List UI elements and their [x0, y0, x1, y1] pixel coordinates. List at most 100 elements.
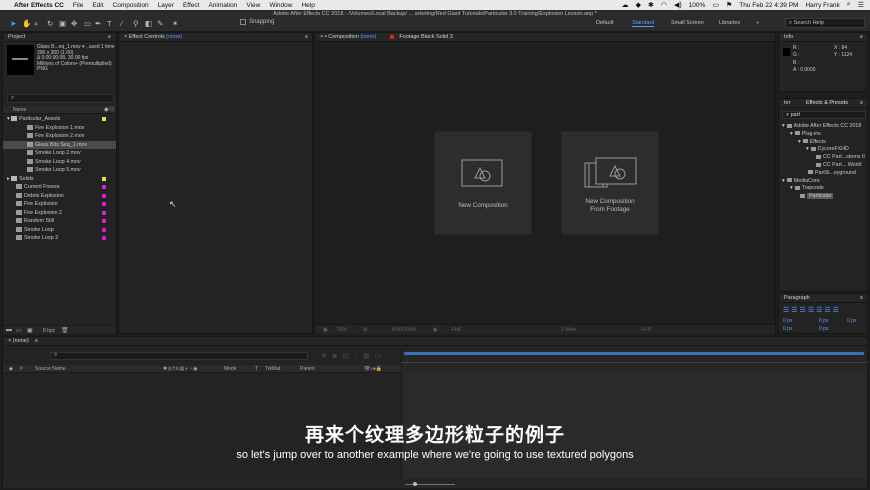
- workspace-small-screen[interactable]: Small Screen: [671, 20, 704, 26]
- space-before-value[interactable]: 0 px: [783, 326, 792, 332]
- effects-tree-item[interactable]: CC Part... World: [814, 162, 861, 168]
- project-item[interactable]: Glass Bits Seq_1.mov: [3, 140, 116, 149]
- clone-stamp-tool-icon[interactable]: ⚲: [133, 19, 139, 28]
- trash-icon[interactable]: 🗑: [61, 327, 69, 334]
- label-column-icon[interactable]: ◆: [104, 106, 109, 113]
- menu-view[interactable]: View: [246, 2, 260, 9]
- disclosure-triangle-icon[interactable]: ▾: [782, 178, 785, 184]
- timeline-tab[interactable]: × (none) ≡: [3, 337, 867, 346]
- view-layout-dropdown[interactable]: 1 View: [561, 327, 576, 333]
- pan-behind-tool-icon[interactable]: ✥: [71, 19, 77, 28]
- project-tab[interactable]: Project ≡: [3, 33, 116, 42]
- rectangle-tool-icon[interactable]: ▭: [84, 19, 91, 28]
- volume-icon[interactable]: ◀): [674, 1, 682, 9]
- new-composition-button[interactable]: New Composition: [434, 131, 532, 235]
- project-item[interactable]: Smoke Loop 4.mov: [3, 158, 116, 166]
- menu-composition[interactable]: Composition: [113, 2, 149, 9]
- menu-edit[interactable]: Edit: [92, 2, 103, 9]
- mode-column[interactable]: Mode: [224, 365, 237, 373]
- work-area-bar[interactable]: [404, 352, 864, 355]
- menu-file[interactable]: File: [73, 2, 83, 9]
- timeline-switch-icons[interactable]: ✚◆▤◔▦◷: [321, 352, 386, 360]
- camera-tool-icon[interactable]: ▣: [59, 19, 66, 28]
- info-tab[interactable]: Info ≡: [779, 33, 867, 42]
- zoom-dropdown[interactable]: 50%: [337, 327, 347, 333]
- snapshot-icon[interactable]: ◉: [433, 327, 437, 333]
- timeline-search-input[interactable]: ⌕: [50, 352, 308, 360]
- effect-controls-tab[interactable]: × Effect Controls (none) ≡: [119, 33, 312, 42]
- label-color-swatch[interactable]: [102, 185, 106, 189]
- workspace-standard[interactable]: Standard: [632, 20, 655, 27]
- resolution-guides-icon[interactable]: ⊞: [363, 327, 367, 333]
- effects-tree-item[interactable]: ▾ MediaCore: [782, 178, 820, 184]
- new-composition-from-footage-button[interactable]: New Composition From Footage: [561, 131, 659, 235]
- spotlight-icon[interactable]: ⌕: [847, 1, 851, 9]
- user-name[interactable]: Harry Frank: [805, 2, 839, 9]
- paragraph-space-after[interactable]: 0 px: [819, 326, 828, 332]
- parent-column[interactable]: Parent: [300, 365, 315, 373]
- pen-tool-icon[interactable]: ✒: [95, 19, 101, 28]
- label-color-swatch[interactable]: [102, 176, 106, 181]
- project-item[interactable]: Current Freeze: [3, 183, 116, 191]
- paragraph-indent-first[interactable]: 0 px: [847, 318, 856, 324]
- wifi-icon[interactable]: ◠: [661, 1, 667, 9]
- effects-tree-item[interactable]: ▾ Plug-ins: [790, 131, 821, 137]
- battery-percent[interactable]: 100%: [689, 2, 706, 9]
- workspace-default[interactable]: Default: [596, 20, 613, 26]
- new-composition-icon[interactable]: ▣: [27, 327, 33, 334]
- project-item[interactable]: Fire Explosion 1.mov: [3, 124, 116, 132]
- footage-tab[interactable]: Footage Black Solid 3: [399, 34, 453, 40]
- indent-left-value[interactable]: 0 px: [783, 318, 792, 324]
- interpret-footage-icon[interactable]: ▬: [6, 327, 12, 333]
- disclosure-triangle-icon[interactable]: ▾: [790, 185, 793, 191]
- snapping-toggle[interactable]: Snapping: [240, 19, 274, 25]
- bpc-label[interactable]: 8 bpc: [43, 328, 55, 334]
- notification-center-icon[interactable]: ☰: [858, 1, 864, 9]
- cloud-icon[interactable]: ☁: [622, 1, 629, 9]
- av-features-icons[interactable]: 👁♪●🔒: [364, 365, 382, 373]
- effects-tree-item[interactable]: ▾ CycoreFXHD: [806, 146, 849, 152]
- project-search-input[interactable]: ⌕: [7, 94, 114, 103]
- zoom-slider-thumb[interactable]: [413, 482, 417, 486]
- label-color-swatch[interactable]: [102, 219, 106, 223]
- label-color-swatch[interactable]: [102, 210, 106, 215]
- panel-menu-icon[interactable]: ≡: [305, 33, 308, 42]
- effects-tree-item[interactable]: ▾ Trapcode: [790, 185, 824, 191]
- exposure-value[interactable]: +0.0: [641, 327, 651, 333]
- effects-search-input[interactable]: ⌕ part: [782, 111, 866, 119]
- flag-icon[interactable]: ⚑: [726, 1, 732, 9]
- label-column-icon[interactable]: ◆: [9, 365, 13, 373]
- bluetooth-icon[interactable]: ✱: [648, 1, 654, 9]
- panel-menu-icon[interactable]: ≡: [860, 294, 863, 303]
- disclosure-triangle-icon[interactable]: ▾: [806, 146, 809, 152]
- project-item[interactable]: ▾ Particular_Assets: [3, 115, 116, 123]
- search-help-input[interactable]: ⌕ Search Help: [785, 18, 865, 28]
- timecode[interactable]: 0:00:00:00: [392, 327, 416, 333]
- clock[interactable]: Thu Feb 22 4:39 PM: [739, 2, 798, 9]
- menu-help[interactable]: Help: [301, 2, 314, 9]
- snapping-checkbox[interactable]: [240, 19, 246, 25]
- effects-tree-item[interactable]: ▾ Effects: [798, 139, 826, 145]
- project-item[interactable]: Smoke Loop 5.mov: [3, 166, 116, 174]
- label-color-swatch[interactable]: [102, 193, 106, 198]
- menu-effect[interactable]: Effect: [183, 2, 200, 9]
- app-menu[interactable]: After Effects CC: [14, 2, 64, 9]
- project-item[interactable]: Fire Explosion: [3, 200, 116, 208]
- hand-tool-icon[interactable]: ✋: [22, 19, 31, 28]
- label-color-swatch[interactable]: [102, 227, 106, 232]
- workspace-libraries[interactable]: Libraries: [719, 20, 740, 26]
- paragraph-indent-right[interactable]: 0 px: [819, 318, 828, 324]
- disclosure-triangle-icon[interactable]: ▾: [798, 139, 801, 145]
- effects-tree-item[interactable]: CC Part...stems II: [814, 154, 865, 160]
- label-color-swatch[interactable]: [102, 236, 106, 240]
- switches-column-icons[interactable]: ✱♯∕fx▤◐◔◉: [163, 365, 199, 373]
- menu-window[interactable]: Window: [269, 2, 292, 9]
- puppet-tool-icon[interactable]: ✶: [172, 19, 178, 28]
- resolution-dropdown[interactable]: Full: [452, 327, 460, 333]
- project-item[interactable]: Smoke Loop 2: [3, 234, 116, 242]
- effects-tree-item[interactable]: Particular: [798, 193, 834, 200]
- workspace-overflow-icon[interactable]: »: [756, 20, 759, 26]
- panel-menu-icon[interactable]: ≡: [108, 33, 111, 42]
- trkmat-column[interactable]: TrkMat: [265, 365, 280, 373]
- menu-layer[interactable]: Layer: [158, 2, 174, 9]
